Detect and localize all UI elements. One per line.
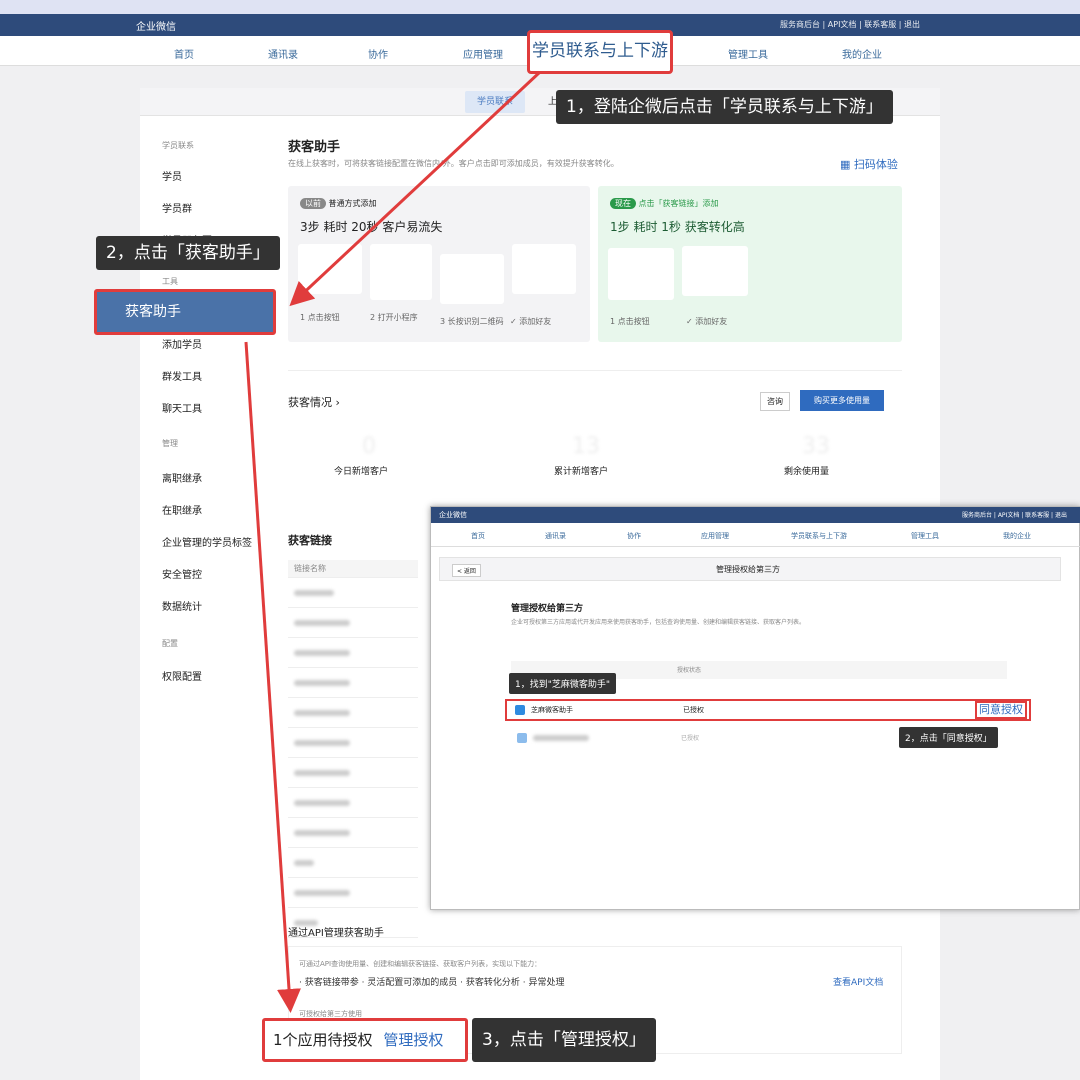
arrow-to-assistant	[289, 70, 542, 307]
arrow-to-manage	[244, 341, 301, 1013]
arrows-overlay	[244, 70, 542, 1013]
